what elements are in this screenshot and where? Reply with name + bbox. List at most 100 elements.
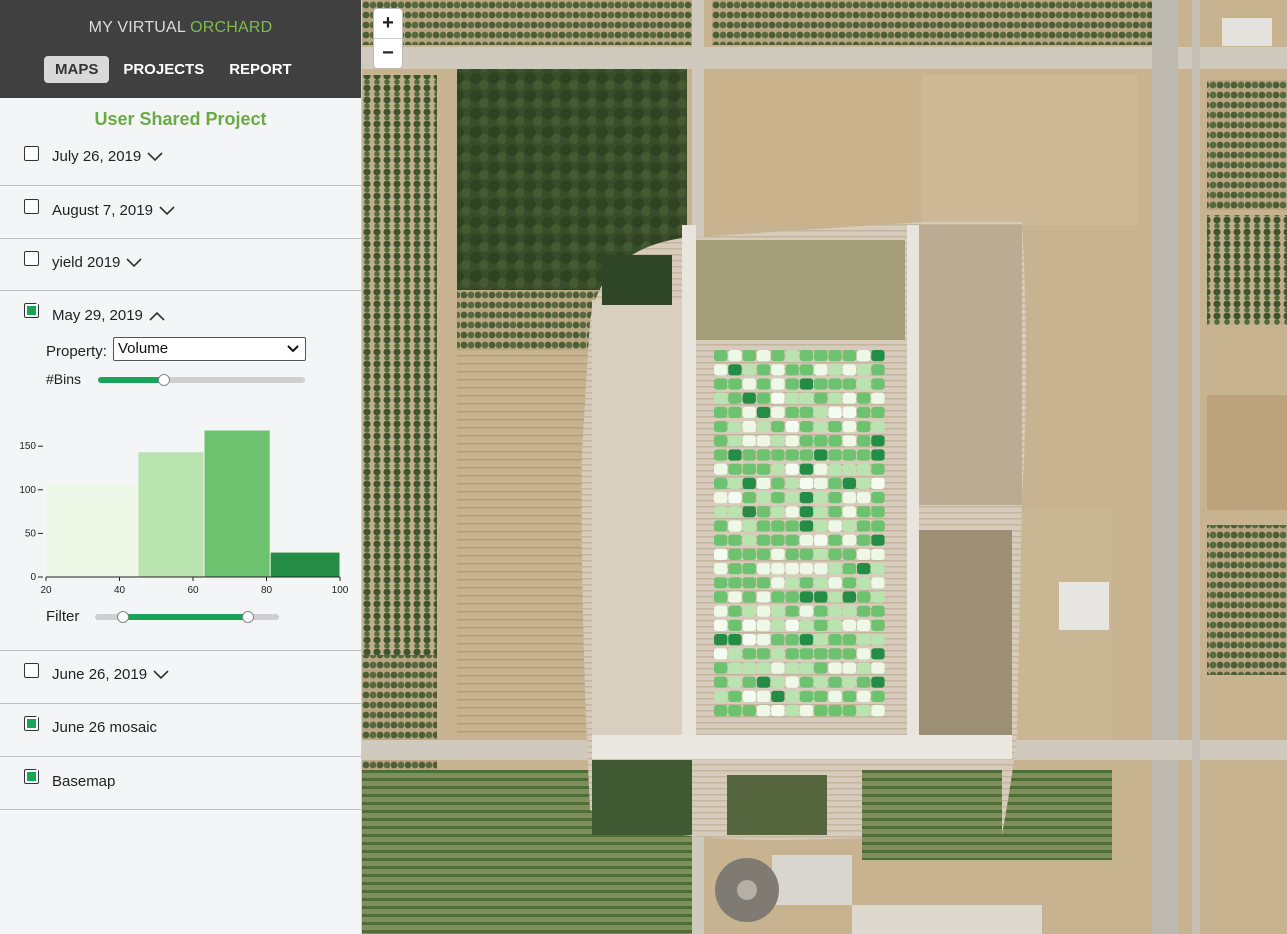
tree-canopy-cell[interactable] [771, 634, 785, 646]
tree-canopy-cell[interactable] [742, 563, 756, 575]
tree-canopy-cell[interactable] [842, 690, 856, 702]
tree-canopy-cell[interactable] [742, 378, 756, 390]
tree-canopy-cell[interactable] [742, 534, 756, 546]
tree-canopy-cell[interactable] [742, 705, 756, 717]
tree-canopy-cell[interactable] [756, 492, 771, 504]
tree-canopy-cell[interactable] [742, 435, 756, 447]
tree-canopy-cell[interactable] [728, 577, 742, 589]
tree-canopy-cell[interactable] [728, 435, 742, 447]
tree-canopy-cell[interactable] [814, 392, 828, 404]
tree-canopy-cell[interactable] [871, 477, 885, 489]
tree-canopy-cell[interactable] [842, 591, 856, 603]
tree-canopy-cell[interactable] [714, 506, 728, 518]
tree-canopy-cell[interactable] [871, 619, 885, 631]
tree-canopy-cell[interactable] [857, 534, 871, 546]
tree-canopy-cell[interactable] [785, 492, 799, 504]
tree-canopy-cell[interactable] [785, 676, 799, 688]
tree-canopy-cell[interactable] [814, 421, 828, 433]
tree-canopy-cell[interactable] [799, 534, 814, 546]
tree-canopy-cell[interactable] [785, 634, 799, 646]
tree-canopy-cell[interactable] [742, 364, 756, 376]
tree-canopy-cell[interactable] [785, 421, 799, 433]
tree-canopy-cell[interactable] [785, 463, 799, 475]
tree-canopy-cell[interactable] [871, 492, 885, 504]
tree-canopy-cell[interactable] [756, 406, 771, 418]
filter-slider-min-handle[interactable] [116, 611, 129, 623]
tree-canopy-cell[interactable] [799, 705, 814, 717]
tree-canopy-cell[interactable] [771, 605, 785, 617]
tree-canopy-cell[interactable] [814, 534, 828, 546]
tree-canopy-cell[interactable] [857, 406, 871, 418]
tree-canopy-cell[interactable] [742, 463, 756, 475]
tree-canopy-cell[interactable] [842, 676, 856, 688]
tree-canopy-cell[interactable] [771, 662, 785, 674]
tree-canopy-cell[interactable] [814, 492, 828, 504]
tree-canopy-cell[interactable] [785, 705, 799, 717]
tree-canopy-cell[interactable] [756, 634, 771, 646]
tree-canopy-cell[interactable] [785, 534, 799, 546]
tree-canopy-cell[interactable] [742, 520, 756, 532]
tree-canopy-cell[interactable] [742, 392, 756, 404]
tree-canopy-cell[interactable] [871, 634, 885, 646]
tree-canopy-cell[interactable] [871, 463, 885, 475]
tree-canopy-cell[interactable] [828, 577, 842, 589]
tree-canopy-cell[interactable] [828, 506, 842, 518]
tree-canopy-cell[interactable] [871, 563, 885, 575]
tree-canopy-cell[interactable] [842, 705, 856, 717]
tree-canopy-cell[interactable] [771, 577, 785, 589]
tree-canopy-cell[interactable] [771, 492, 785, 504]
tree-canopy-cell[interactable] [728, 705, 742, 717]
tree-canopy-cell[interactable] [728, 463, 742, 475]
tree-canopy-cell[interactable] [714, 520, 728, 532]
tree-canopy-cell[interactable] [714, 492, 728, 504]
tree-canopy-cell[interactable] [714, 463, 728, 475]
layer-checkbox[interactable] [24, 663, 39, 678]
tree-canopy-cell[interactable] [857, 705, 871, 717]
tree-canopy-cell[interactable] [714, 619, 728, 631]
tree-canopy-cell[interactable] [799, 364, 814, 376]
tree-canopy-cell[interactable] [828, 378, 842, 390]
tree-canopy-cell[interactable] [756, 676, 771, 688]
tree-canopy-cell[interactable] [857, 492, 871, 504]
tree-canopy-cell[interactable] [756, 662, 771, 674]
tree-canopy-cell[interactable] [756, 378, 771, 390]
tree-canopy-cell[interactable] [714, 605, 728, 617]
property-select[interactable]: Volume [113, 337, 306, 361]
tree-canopy-cell[interactable] [785, 392, 799, 404]
tree-canopy-cell[interactable] [842, 492, 856, 504]
tree-canopy-cell[interactable] [728, 591, 742, 603]
tree-canopy-cell[interactable] [742, 477, 756, 489]
tree-canopy-cell[interactable] [828, 492, 842, 504]
nav-projects[interactable]: PROJECTS [112, 56, 215, 83]
tree-canopy-cell[interactable] [728, 520, 742, 532]
tree-canopy-cell[interactable] [742, 406, 756, 418]
chevron-up-icon[interactable] [149, 308, 165, 325]
tree-canopy-cell[interactable] [771, 705, 785, 717]
tree-canopy-cell[interactable] [871, 520, 885, 532]
tree-canopy-cell[interactable] [742, 421, 756, 433]
tree-canopy-cell[interactable] [714, 421, 728, 433]
tree-canopy-cell[interactable] [742, 350, 756, 362]
tree-canopy-cell[interactable] [871, 406, 885, 418]
nav-report[interactable]: REPORT [218, 56, 303, 83]
tree-canopy-cell[interactable] [799, 406, 814, 418]
tree-canopy-cell[interactable] [842, 392, 856, 404]
tree-canopy-cell[interactable] [742, 577, 756, 589]
tree-canopy-cell[interactable] [771, 591, 785, 603]
tree-canopy-cell[interactable] [756, 364, 771, 376]
nav-maps[interactable]: MAPS [44, 56, 110, 83]
tree-canopy-cell[interactable] [714, 392, 728, 404]
tree-canopy-cell[interactable] [771, 449, 785, 461]
tree-canopy-cell[interactable] [799, 619, 814, 631]
tree-canopy-cell[interactable] [857, 506, 871, 518]
tree-canopy-cell[interactable] [842, 364, 856, 376]
bins-slider-handle[interactable] [158, 374, 171, 386]
tree-canopy-cell[interactable] [756, 605, 771, 617]
tree-canopy-cell[interactable] [814, 350, 828, 362]
tree-canopy-cell[interactable] [728, 534, 742, 546]
tree-canopy-cell[interactable] [785, 435, 799, 447]
tree-canopy-cell[interactable] [799, 350, 814, 362]
tree-canopy-cell[interactable] [842, 463, 856, 475]
tree-canopy-cell[interactable] [799, 648, 814, 660]
tree-canopy-cell[interactable] [814, 548, 828, 560]
